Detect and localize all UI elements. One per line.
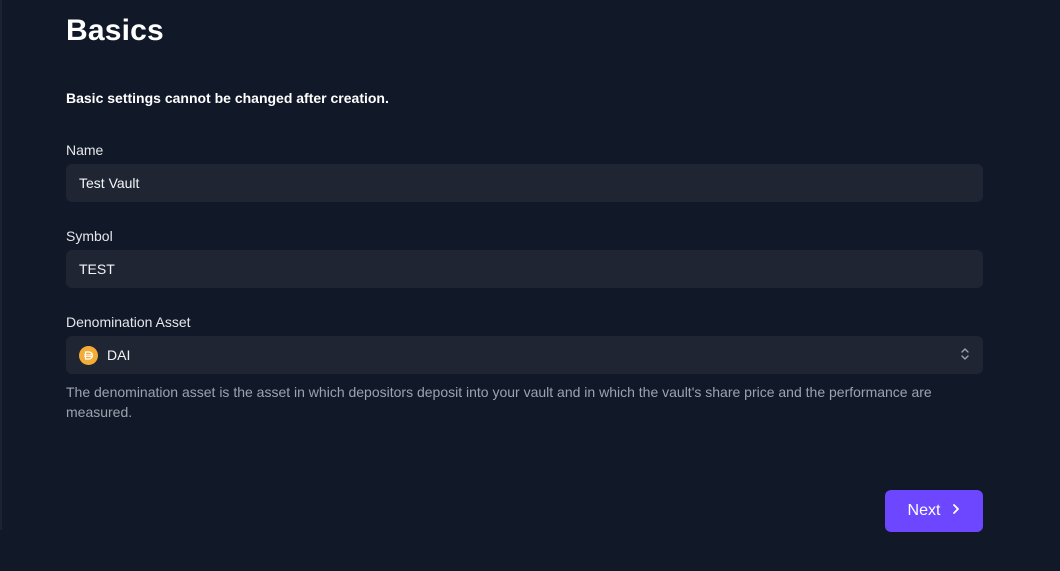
page-left-border (0, 0, 2, 530)
symbol-label: Symbol (66, 228, 113, 244)
page-title: Basics (66, 14, 164, 47)
name-label: Name (66, 142, 104, 158)
denomination-value: DAI (107, 347, 131, 363)
next-label: Next (907, 502, 941, 519)
chevron-up-down-icon (960, 346, 970, 365)
symbol-input[interactable]: TEST (66, 250, 983, 288)
chevron-right-icon (952, 502, 960, 520)
name-value: Test Vault (79, 175, 140, 191)
next-button[interactable]: Next (885, 490, 983, 532)
symbol-value: TEST (79, 261, 115, 277)
dai-token-icon (79, 345, 98, 365)
denomination-asset-label: Denomination Asset (66, 314, 191, 330)
denomination-selected: DAI (79, 345, 131, 365)
basics-warning: Basic settings cannot be changed after c… (66, 90, 389, 106)
name-input[interactable]: Test Vault (66, 164, 983, 202)
denomination-asset-select[interactable]: DAI (66, 336, 983, 374)
denomination-help-text: The denomination asset is the asset in w… (66, 384, 932, 420)
